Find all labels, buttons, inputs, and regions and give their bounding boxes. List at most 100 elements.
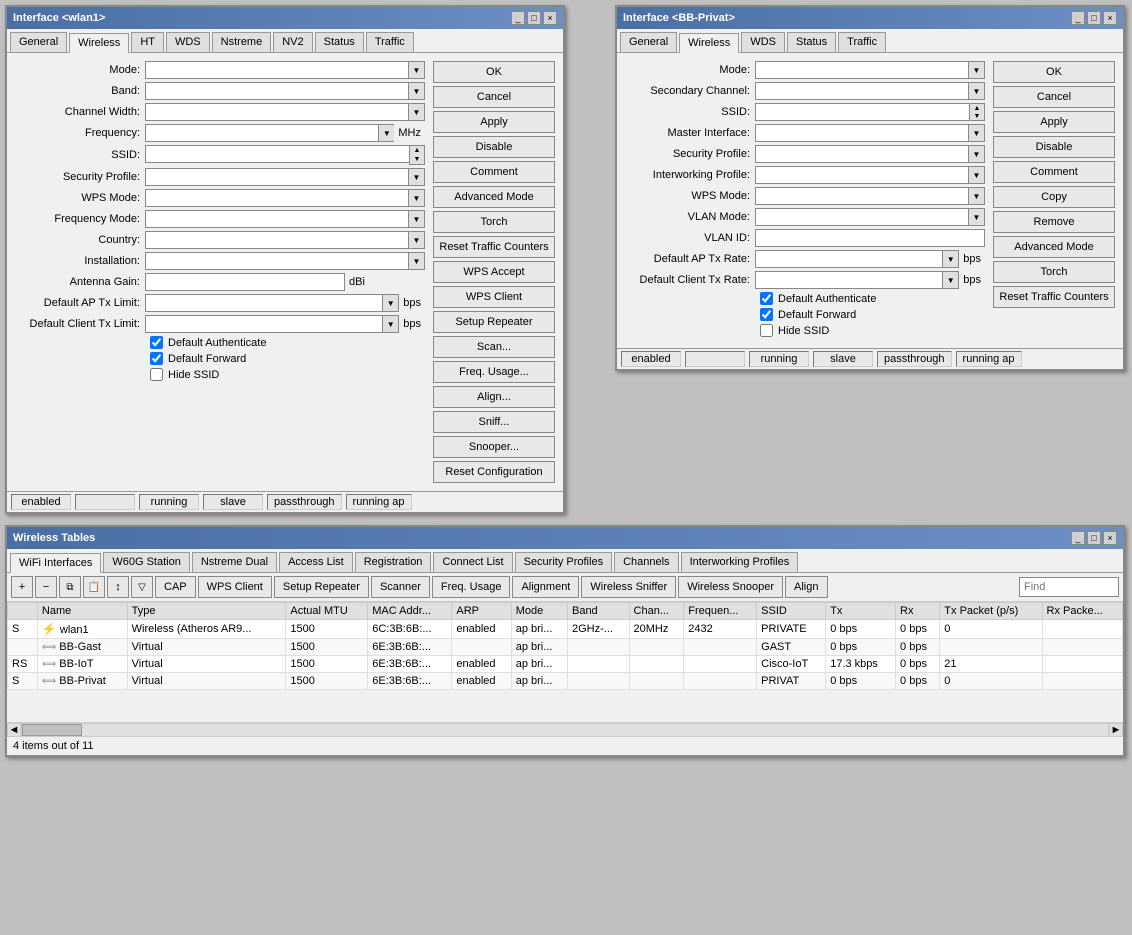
tab-access-list[interactable]: Access List xyxy=(279,552,353,572)
dropdown-wpsmode-wlan1[interactable]: ▼ xyxy=(409,189,425,207)
table-row[interactable]: ⟺ BB-Gast Virtual 1500 6E:3B:6B:... ap b… xyxy=(8,639,1123,656)
filter-btn[interactable]: ▽ xyxy=(131,576,153,598)
input-frequency-wlan1[interactable]: 2432 xyxy=(145,124,378,142)
col-rx[interactable]: Rx xyxy=(896,603,940,620)
dropdown-freqmode-wlan1[interactable]: ▼ xyxy=(409,210,425,228)
wireless-sniffer-tbl-btn[interactable]: Wireless Sniffer xyxy=(581,576,676,598)
comment-btn-wlan1[interactable]: Comment xyxy=(433,161,555,183)
dropdown-masterif-bbprivat[interactable]: ▼ xyxy=(969,124,985,142)
checkbox-hidessid-bbprivat[interactable] xyxy=(760,324,773,337)
input-country-wlan1[interactable]: germany xyxy=(145,231,409,249)
tab-general-bbprivat[interactable]: General xyxy=(620,32,677,52)
input-vlanid-bbprivat[interactable]: 100 xyxy=(755,229,985,247)
input-clienttxrate-bbprivat[interactable] xyxy=(755,271,943,289)
align-tbl-btn[interactable]: Align xyxy=(785,576,827,598)
tab-connect-list[interactable]: Connect List xyxy=(433,552,512,572)
input-wpsmode-wlan1[interactable]: disabled xyxy=(145,189,409,207)
dropdown-interworking-bbprivat[interactable]: ▼ xyxy=(969,166,985,184)
find-input[interactable] xyxy=(1019,577,1119,597)
table-row[interactable]: RS ⟺ BB-IoT Virtual 1500 6E:3B:6B:... en… xyxy=(8,656,1123,673)
ssid-scroll-up-bbprivat[interactable]: ▲ xyxy=(970,104,984,112)
align-btn-wlan1[interactable]: Align... xyxy=(433,386,555,408)
checkbox-defaultauth-wlan1[interactable] xyxy=(150,336,163,349)
close-btn-bbprivat[interactable]: × xyxy=(1103,11,1117,25)
wpsclient-tbl-btn[interactable]: WPS Client xyxy=(198,576,272,598)
copy-row-btn[interactable]: ⧉ xyxy=(59,576,81,598)
wpsclient-btn-wlan1[interactable]: WPS Client xyxy=(433,286,555,308)
ok-btn-bbprivat[interactable]: OK xyxy=(993,61,1115,83)
checkbox-defaultfwd-bbprivat[interactable] xyxy=(760,308,773,321)
close-btn-wlan1[interactable]: × xyxy=(543,11,557,25)
resettraffic-btn-wlan1[interactable]: Reset Traffic Counters xyxy=(433,236,555,258)
apply-btn-wlan1[interactable]: Apply xyxy=(433,111,555,133)
tab-channels[interactable]: Channels xyxy=(614,552,678,572)
tab-nstreme-dual[interactable]: Nstreme Dual xyxy=(192,552,277,572)
horizontal-scrollbar[interactable] xyxy=(21,723,1109,737)
input-masterif-bbprivat[interactable]: wlan1 xyxy=(755,124,969,142)
tab-interworking-profiles[interactable]: Interworking Profiles xyxy=(681,552,799,572)
sort-btn[interactable]: ↕ xyxy=(107,576,129,598)
tab-traffic-wlan1[interactable]: Traffic xyxy=(366,32,414,52)
tab-wds-wlan1[interactable]: WDS xyxy=(166,32,210,52)
input-aptxrate-bbprivat[interactable] xyxy=(755,250,943,268)
torch-btn-wlan1[interactable]: Torch xyxy=(433,211,555,233)
col-tx[interactable]: Tx xyxy=(826,603,896,620)
resetconfig-btn-wlan1[interactable]: Reset Configuration xyxy=(433,461,555,483)
advancedmode-btn-bbprivat[interactable]: Advanced Mode xyxy=(993,236,1115,258)
input-interworking-bbprivat[interactable]: disabled xyxy=(755,166,969,184)
col-mode[interactable]: Mode xyxy=(511,603,567,620)
ssid-scroll-down-wlan1[interactable]: ▼ xyxy=(410,155,424,164)
scan-btn-wlan1[interactable]: Scan... xyxy=(433,336,555,358)
scanner-tbl-btn[interactable]: Scanner xyxy=(371,576,430,598)
alignment-tbl-btn[interactable]: Alignment xyxy=(512,576,579,598)
ok-btn-wlan1[interactable]: OK xyxy=(433,61,555,83)
col-mtu[interactable]: Actual MTU xyxy=(286,603,368,620)
tab-traffic-bbprivat[interactable]: Traffic xyxy=(838,32,886,52)
comment-btn-bbprivat[interactable]: Comment xyxy=(993,161,1115,183)
input-secprofile-wlan1[interactable]: Priv-sec xyxy=(145,168,409,186)
tab-status-wlan1[interactable]: Status xyxy=(315,32,364,52)
dropdown-mode-bbprivat[interactable]: ▼ xyxy=(969,61,985,79)
cap-btn[interactable]: CAP xyxy=(155,576,196,598)
setuprepeater-tbl-btn[interactable]: Setup Repeater xyxy=(274,576,369,598)
minimize-btn-bbprivat[interactable]: _ xyxy=(1071,11,1085,25)
minimize-btn-tables[interactable]: _ xyxy=(1071,531,1085,545)
dropdown-aptxlimit-wlan1[interactable]: ▼ xyxy=(383,294,399,312)
tab-nv2-wlan1[interactable]: NV2 xyxy=(273,32,312,52)
wpsaccept-btn-wlan1[interactable]: WPS Accept xyxy=(433,261,555,283)
minimize-btn-wlan1[interactable]: _ xyxy=(511,11,525,25)
input-mode-wlan1[interactable]: ap bridge xyxy=(145,61,409,79)
tab-ht-wlan1[interactable]: HT xyxy=(131,32,164,52)
freq-dropdown-wlan1[interactable]: ▼ xyxy=(378,124,394,142)
wireless-snooper-tbl-btn[interactable]: Wireless Snooper xyxy=(678,576,783,598)
snooper-btn-wlan1[interactable]: Snooper... xyxy=(433,436,555,458)
col-mac[interactable]: MAC Addr... xyxy=(368,603,452,620)
dropdown-secchannel-bbprivat[interactable]: ▼ xyxy=(969,82,985,100)
advancedmode-btn-wlan1[interactable]: Advanced Mode xyxy=(433,186,555,208)
frequsage-tbl-btn[interactable]: Freq. Usage xyxy=(432,576,511,598)
ssid-scroll-up-wlan1[interactable]: ▲ xyxy=(410,146,424,155)
tab-wds-bbprivat[interactable]: WDS xyxy=(741,32,785,52)
remove-row-btn[interactable]: − xyxy=(35,576,57,598)
ssid-scroll-down-bbprivat[interactable]: ▼ xyxy=(970,112,984,120)
input-wpsmode-bbprivat[interactable]: disabled xyxy=(755,187,969,205)
input-band-wlan1[interactable]: 2GHz-B/G xyxy=(145,82,409,100)
resettraffic-btn-bbprivat[interactable]: Reset Traffic Counters xyxy=(993,286,1115,308)
col-ssid[interactable]: SSID xyxy=(757,603,826,620)
paste-btn[interactable]: 📋 xyxy=(83,576,105,598)
col-band[interactable]: Band xyxy=(567,603,629,620)
scroll-left-btn[interactable]: ◄ xyxy=(7,723,21,737)
col-rxpps[interactable]: Rx Packe... xyxy=(1042,603,1123,620)
dropdown-band-wlan1[interactable]: ▼ xyxy=(409,82,425,100)
add-btn[interactable]: + xyxy=(11,576,33,598)
input-channelwidth-wlan1[interactable]: 20MHz xyxy=(145,103,409,121)
input-freqmode-wlan1[interactable]: regulatory-domain xyxy=(145,210,409,228)
dropdown-mode-wlan1[interactable]: ▼ xyxy=(409,61,425,79)
checkbox-defaultfwd-wlan1[interactable] xyxy=(150,352,163,365)
dropdown-wpsmode-bbprivat[interactable]: ▼ xyxy=(969,187,985,205)
frequsage-btn-wlan1[interactable]: Freq. Usage... xyxy=(433,361,555,383)
table-row[interactable]: S ⚡ wlan1 Wireless (Atheros AR9... 1500 … xyxy=(8,620,1123,639)
input-secchannel-bbprivat[interactable] xyxy=(755,82,969,100)
checkbox-hidessid-wlan1[interactable] xyxy=(150,368,163,381)
input-installation-wlan1[interactable]: outdoor xyxy=(145,252,409,270)
